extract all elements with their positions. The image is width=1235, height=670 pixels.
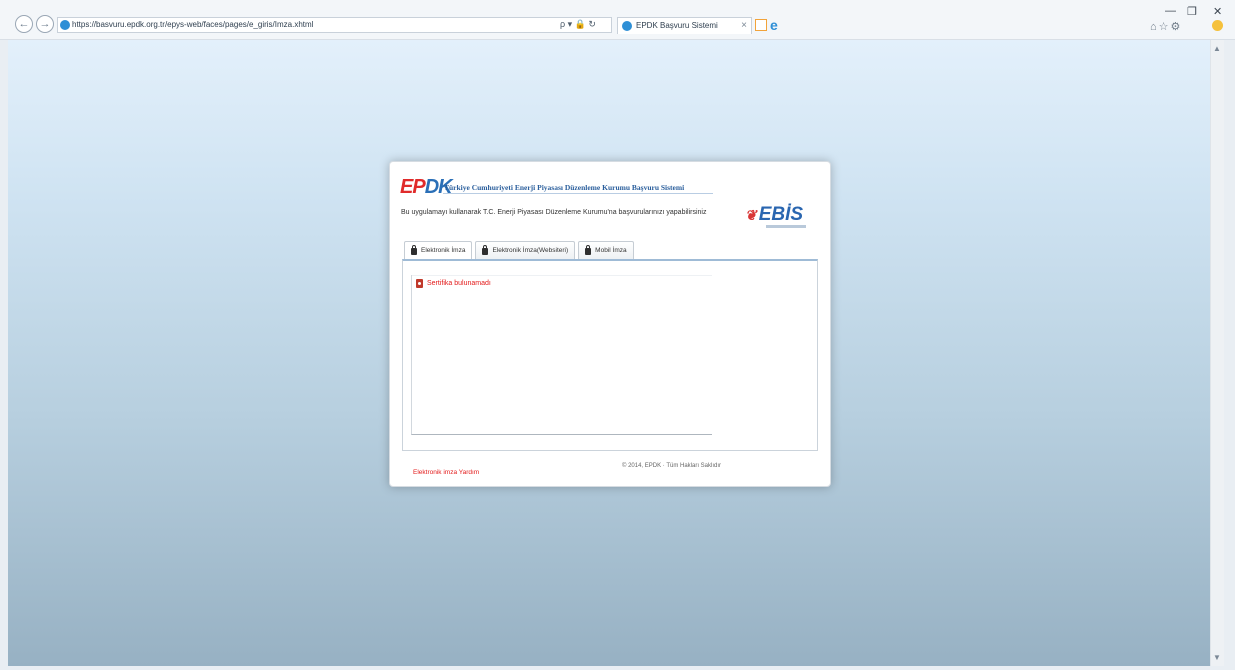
browser-chrome: ← → https://basvuru.epdk.org.tr/epys-web… (0, 0, 1235, 40)
header-divider (443, 193, 713, 194)
lock-icon (411, 244, 417, 255)
site-icon (60, 20, 70, 30)
lock-icon (482, 244, 489, 255)
vertical-scrollbar[interactable]: ▲ ▼ (1210, 40, 1224, 666)
address-text: https://basvuru.epdk.org.tr/epys-web/fac… (72, 20, 314, 29)
browser-tab[interactable]: EPDK Başvuru Sistemi × (617, 17, 752, 34)
copyright-text: © 2014, EPDK · Tüm Hakları Saklıdır (622, 463, 722, 469)
address-bar[interactable]: https://basvuru.epdk.org.tr/epys-web/fac… (57, 17, 612, 33)
signature-tabs: Elektronik İmza Elektronik İmza(Websiter… (404, 241, 634, 260)
ebis-mark-icon: ❦ (745, 207, 757, 223)
intro-text: Bu uygulamayı kullanarak T.C. Enerji Piy… (401, 209, 707, 216)
tab-panel: Sertifika bulunamadı (402, 259, 818, 451)
tab-close-icon[interactable]: × (741, 18, 747, 33)
address-tools[interactable]: ρ ▾ 🔒 ↻ (560, 17, 596, 31)
error-row: Sertifika bulunamadı (416, 279, 491, 288)
certificate-area-border (412, 275, 712, 276)
header-title: Türkiye Cumhuriyeti Enerji Piyasası Düze… (444, 183, 685, 192)
tab-label: Mobil İmza (595, 247, 627, 254)
scroll-down-icon[interactable]: ▼ (1213, 653, 1221, 662)
ebis-logo-text: EBİS (758, 204, 804, 225)
forward-button[interactable]: → (36, 15, 54, 33)
ebis-logo: ❦ EBİS (745, 205, 803, 225)
logo-part-left: EP (400, 176, 426, 198)
tab-title: EPDK Başvuru Sistemi (636, 21, 718, 30)
tab-label: Elektronik İmza(Websiteri) (492, 247, 569, 254)
scroll-up-icon[interactable]: ▲ (1213, 44, 1221, 53)
tab-site-icon (622, 21, 632, 31)
new-tab-button[interactable] (755, 19, 767, 31)
minimize-button[interactable]: — (1165, 5, 1176, 17)
tab-label: Elektronik İmza (421, 247, 466, 254)
certificate-area: Sertifika bulunamadı (411, 275, 712, 435)
error-lock-icon (416, 279, 423, 288)
help-link[interactable]: Elektronik imza Yardım (413, 469, 479, 476)
ie-icon: e (770, 17, 778, 33)
tab-elektronik-imza-websiteri[interactable]: Elektronik İmza(Websiteri) (475, 241, 576, 260)
restore-button[interactable]: ❐ (1187, 5, 1197, 18)
feedback-smiley-icon[interactable] (1212, 20, 1223, 31)
ebis-tagline (766, 225, 806, 228)
error-message: Sertifika bulunamadı (427, 280, 491, 287)
tab-elektronik-imza[interactable]: Elektronik İmza (404, 241, 473, 260)
tab-mobil-imza[interactable]: Mobil İmza (578, 241, 634, 260)
mobile-lock-icon (585, 244, 592, 255)
back-button[interactable]: ← (15, 15, 33, 33)
signature-dialog: EPDK Türkiye Cumhuriyeti Enerji Piyasası… (389, 161, 831, 487)
toolbar-icons[interactable]: ⌂☆⚙ (1150, 20, 1182, 33)
close-window-button[interactable]: ✕ (1213, 5, 1222, 18)
